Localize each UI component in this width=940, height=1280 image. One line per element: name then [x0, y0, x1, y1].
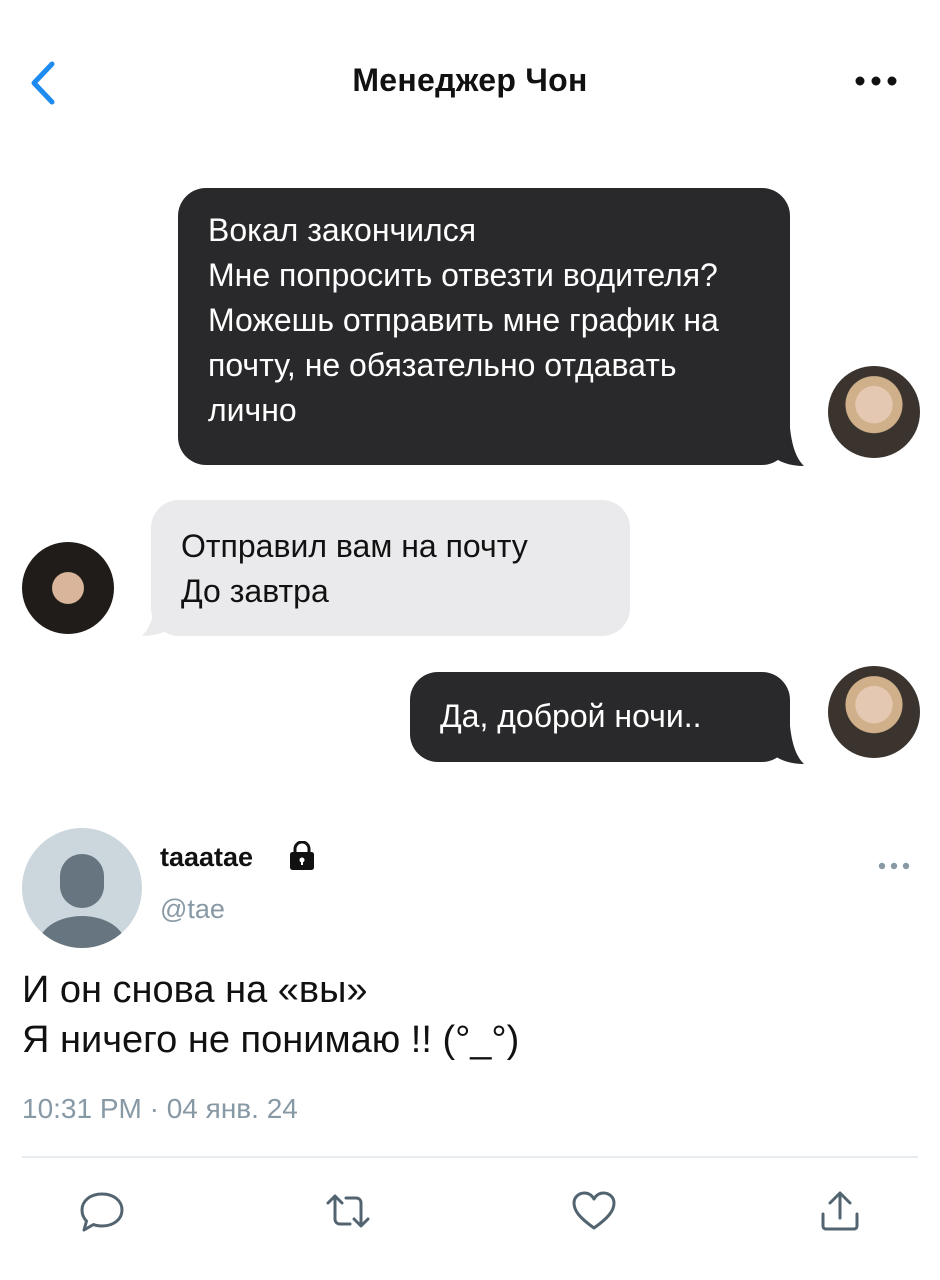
retweet-button[interactable]	[324, 1186, 372, 1236]
message-text: Да, доброй ночи..	[440, 698, 702, 734]
bubble-tail	[142, 598, 176, 636]
message-text: Отправил вам на почту До завтра	[181, 528, 528, 609]
chevron-left-icon	[31, 61, 55, 105]
tweet-timestamp[interactable]: 10:31 PM · 04 янв. 24	[22, 1093, 298, 1125]
like-icon	[572, 1191, 616, 1230]
share-button[interactable]	[816, 1186, 864, 1236]
share-icon	[821, 1191, 859, 1231]
tweet-handle[interactable]: @tae	[160, 894, 225, 925]
tweet-text: И он снова на «вы» Я ничего не понимаю !…	[22, 969, 520, 1061]
outgoing-message-bubble[interactable]: Вокал закончился Мне попросить отвезти в…	[178, 188, 790, 465]
bubble-tail	[770, 726, 804, 764]
incoming-message-bubble[interactable]: Отправил вам на почту До завтра	[151, 500, 630, 636]
reply-button[interactable]	[78, 1186, 126, 1236]
bubble-tail	[770, 428, 804, 466]
more-horizontal-icon	[855, 76, 897, 86]
retweet-icon	[326, 1194, 370, 1228]
contact-avatar[interactable]	[22, 542, 114, 634]
sender-avatar[interactable]	[828, 666, 920, 758]
more-horizontal-icon	[878, 862, 910, 870]
sender-avatar[interactable]	[828, 366, 920, 458]
chat-title: Менеджер Чон	[352, 62, 588, 98]
lock-icon	[290, 841, 314, 870]
tweet-display-name[interactable]: taaatae	[160, 842, 253, 873]
tweet-more-button[interactable]	[874, 858, 914, 874]
default-profile-avatar[interactable]	[22, 828, 142, 948]
outgoing-message-bubble[interactable]: Да, доброй ночи..	[410, 672, 790, 762]
back-button[interactable]	[22, 58, 66, 108]
divider	[22, 1156, 918, 1158]
like-button[interactable]	[570, 1186, 618, 1236]
chat-more-button[interactable]	[846, 66, 906, 96]
message-text: Вокал закончился Мне попросить отвезти в…	[208, 212, 719, 428]
person-silhouette-icon	[38, 854, 126, 948]
reply-icon	[80, 1192, 124, 1232]
